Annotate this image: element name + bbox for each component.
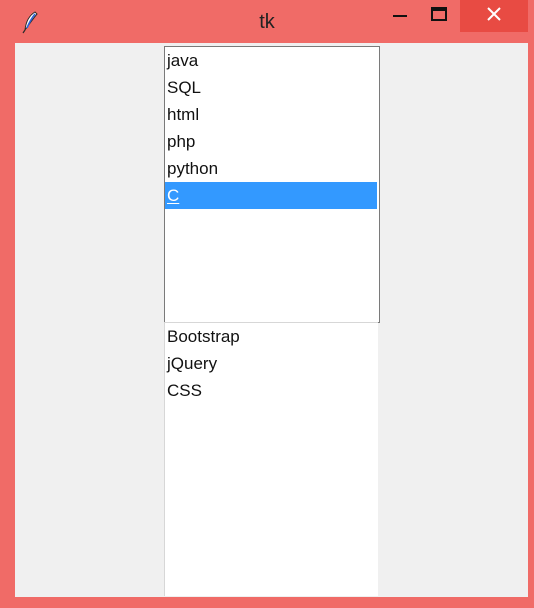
window-bottom-border bbox=[0, 597, 534, 608]
list-item-css[interactable]: CSS bbox=[165, 377, 376, 404]
list-item-jquery[interactable]: jQuery bbox=[165, 350, 376, 377]
app-window: tk java SQL html php python C Bootstrap … bbox=[0, 0, 534, 608]
list-item-java[interactable]: java bbox=[165, 47, 377, 74]
minimize-icon bbox=[391, 5, 409, 27]
list-item-php[interactable]: php bbox=[165, 128, 377, 155]
list-item-c-selected[interactable]: C bbox=[165, 182, 377, 209]
list-item-html[interactable]: html bbox=[165, 101, 377, 128]
close-icon bbox=[484, 4, 504, 28]
list-item-bootstrap[interactable]: Bootstrap bbox=[165, 323, 376, 350]
list-item-python[interactable]: python bbox=[165, 155, 377, 182]
close-button[interactable] bbox=[460, 0, 528, 32]
list-item-sql[interactable]: SQL bbox=[165, 74, 377, 101]
languages-listbox[interactable]: java SQL html php python C bbox=[164, 46, 380, 323]
maximize-icon bbox=[430, 5, 448, 27]
window-client-area: java SQL html php python C Bootstrap jQu… bbox=[15, 43, 528, 597]
frameworks-listbox[interactable]: Bootstrap jQuery CSS bbox=[164, 322, 378, 596]
minimize-button[interactable] bbox=[382, 0, 418, 32]
maximize-button[interactable] bbox=[421, 0, 457, 32]
title-bar[interactable]: tk bbox=[0, 0, 534, 43]
